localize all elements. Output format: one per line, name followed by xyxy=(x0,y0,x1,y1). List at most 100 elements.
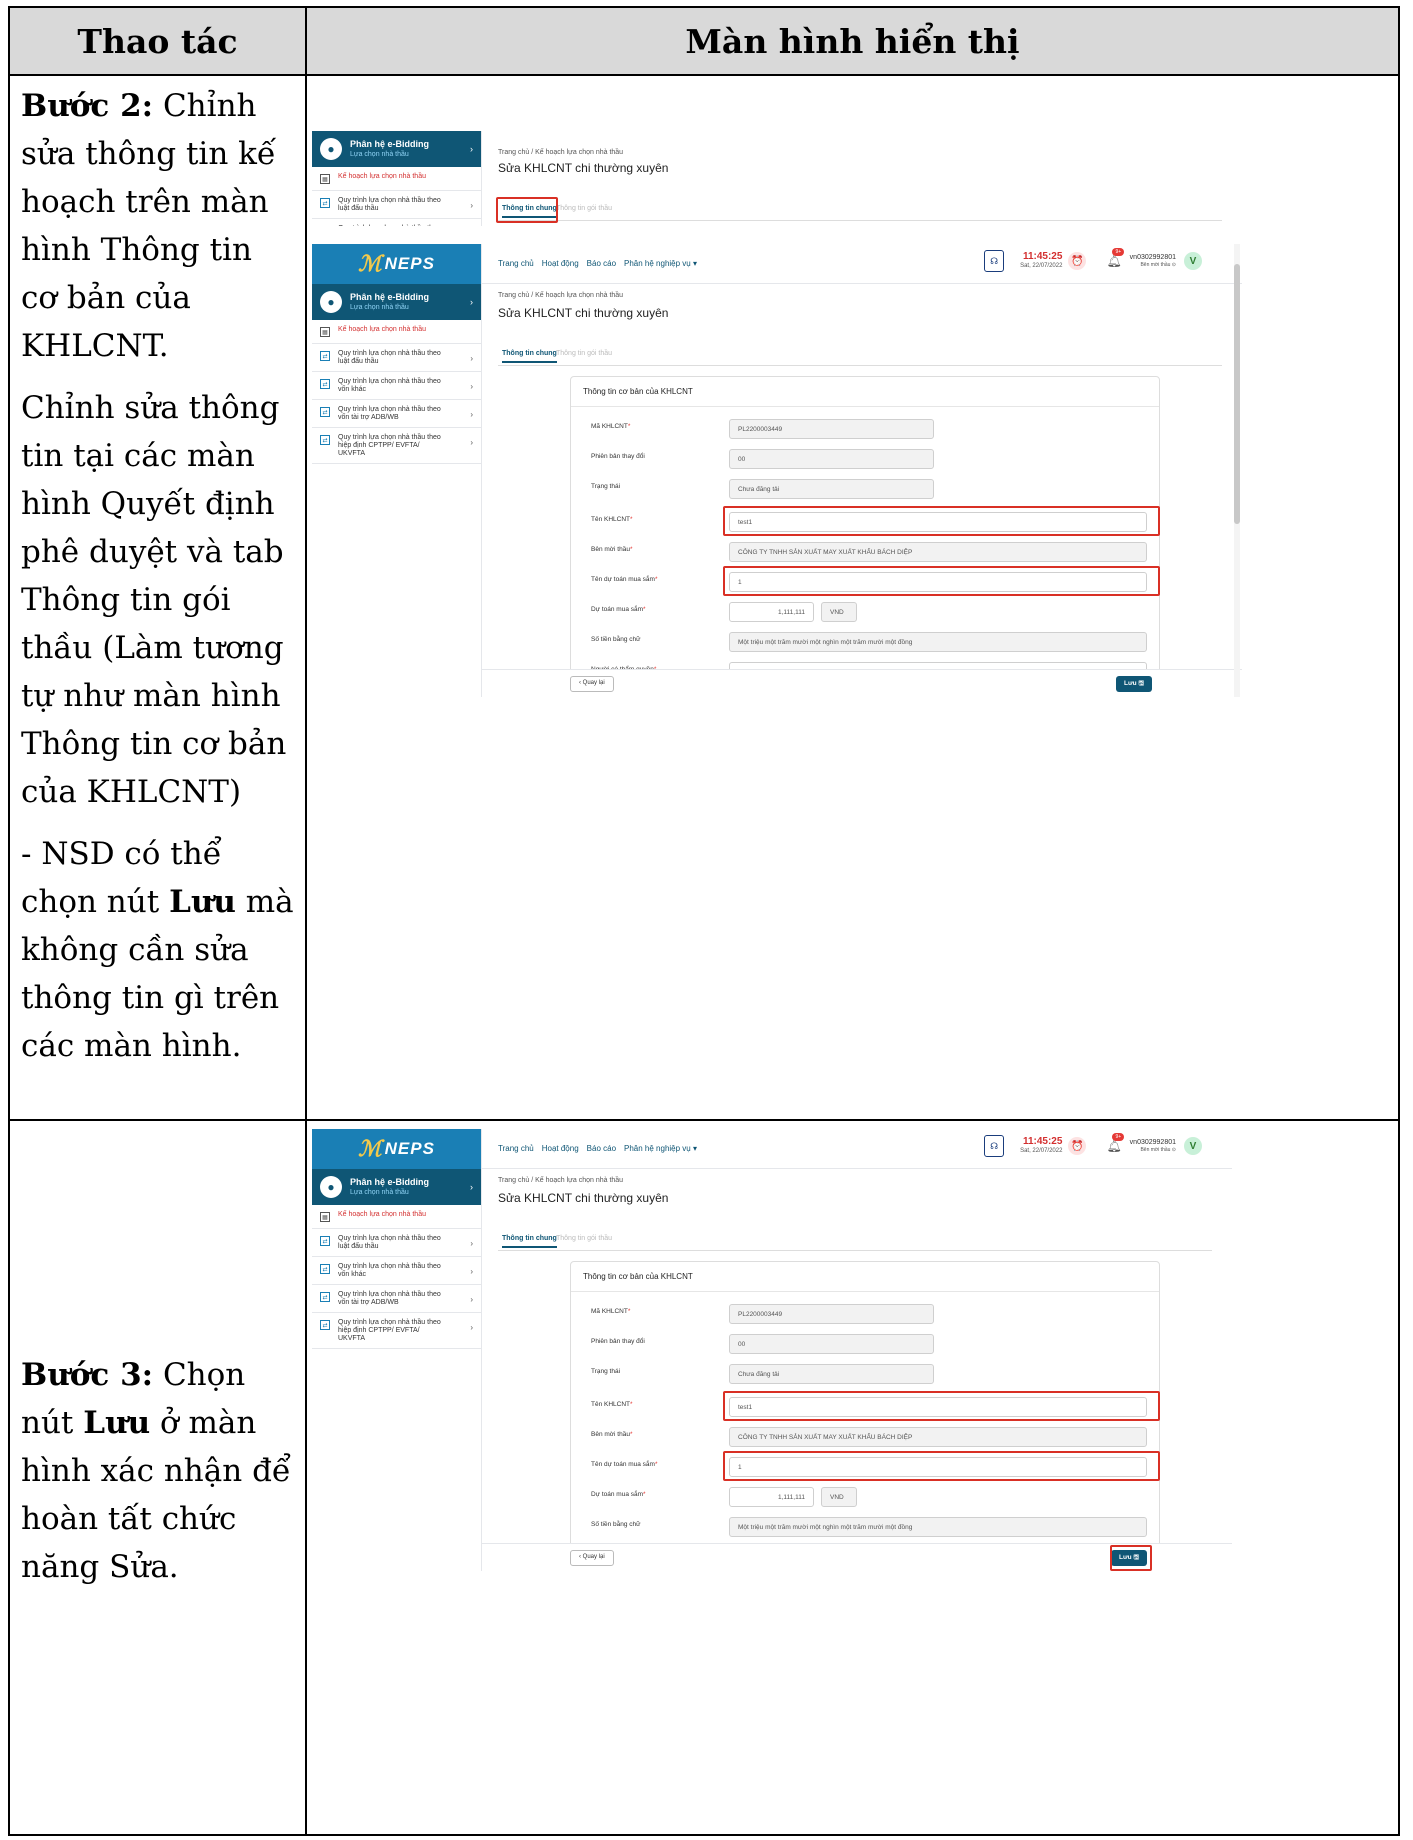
step-3-label: Bước 3: xyxy=(21,1356,154,1393)
field-label: Tên dự toán mua sắm xyxy=(591,1461,655,1468)
amount-in-words-field: Một triệu một trăm mười một nghìn một tr… xyxy=(729,632,1147,652)
tab-package[interactable]: Thông tin gói thầu xyxy=(556,350,612,357)
required-mark: * xyxy=(643,606,646,613)
chevron-right-icon: › xyxy=(470,1182,473,1192)
notification-badge: 9+ xyxy=(1112,1133,1125,1141)
nav-business-module[interactable]: Phân hệ nghiệp vụ ▾ xyxy=(624,1144,697,1153)
user-name: vn0302992801 xyxy=(1129,253,1176,261)
required-mark: * xyxy=(630,516,633,523)
user-role: Bên mời thầu ⊙ xyxy=(1140,1146,1176,1153)
nav-activity[interactable]: Hoạt động xyxy=(542,1144,579,1153)
bell-icon[interactable]: 🔔︎ 9+ xyxy=(1106,1133,1125,1153)
sidebar-item-other[interactable]: ⇄Quy trình lựa chọn nhà thầu theo vốn kh… xyxy=(312,372,481,400)
sidebar-item-label: Quy trình lựa chọn nhà thầu theo vốn khá… xyxy=(338,378,441,393)
alarm-icon[interactable]: ⏰ xyxy=(1068,1137,1087,1155)
nav-home[interactable]: Trang chủ xyxy=(498,259,534,268)
required-mark: * xyxy=(629,1431,633,1438)
basic-info-card: Thông tin cơ bản của KHLCNT Mã KHLCNT* PL… xyxy=(570,376,1160,697)
plan-code-field: PL2200003449 xyxy=(729,1304,934,1324)
version-field: 00 xyxy=(729,449,934,469)
card-title: Thông tin cơ bản của KHLCNT xyxy=(571,377,1159,407)
version-field: 00 xyxy=(729,1334,934,1354)
module-title: Phân hệ e-Bidding xyxy=(350,139,430,149)
user-circle-icon: ● xyxy=(320,291,342,313)
highlight-save-button xyxy=(1110,1545,1152,1571)
field-label: Bên mời thầu xyxy=(591,1431,630,1438)
sidebar-item-law[interactable]: ⇄ Quy trình lựa chọn nhà thầu theo luật đ… xyxy=(312,344,481,372)
sidebar-item-plan[interactable]: ▦ Kế hoạch lựa chọn nhà thầu xyxy=(312,167,481,191)
currency-label: VND xyxy=(821,602,857,622)
chevron-right-icon: › xyxy=(470,1267,473,1276)
tab-package[interactable]: Thông tin gói thầu xyxy=(556,1235,612,1242)
bell-icon[interactable]: 🔔︎ 9+ xyxy=(1106,248,1125,268)
user-circle-icon: ● xyxy=(320,138,342,160)
field-label: Tên KHLCNT xyxy=(591,516,631,523)
field-label: Mã KHLCNT xyxy=(591,423,628,430)
chevron-right-icon: › xyxy=(470,1295,473,1304)
nav-report[interactable]: Báo cáo xyxy=(587,259,616,268)
estimate-amount-input[interactable]: 1,111,111 xyxy=(729,602,814,622)
chevron-right-icon: › xyxy=(470,144,473,154)
required-mark: * xyxy=(643,1491,646,1498)
sidebar-item-adb[interactable]: ⇄ Quy trình lựa chọn nhà thầu theo vốn tà… xyxy=(312,1285,481,1313)
highlight-tab-general xyxy=(496,197,558,223)
user-role: Bên mời thầu ⊙ xyxy=(1140,261,1176,268)
sidebar-item-other[interactable]: ⇄Quy trình lựa chọn nhà thầu theo vốn kh… xyxy=(312,1257,481,1285)
module-title: Phân hệ e-Bidding xyxy=(350,292,430,302)
nav-business-module[interactable]: Phân hệ nghiệp vụ ▾ xyxy=(624,259,697,268)
card-title: Thông tin cơ bản của KHLCNT xyxy=(571,1262,1159,1292)
tab-general[interactable]: Thông tin chung xyxy=(502,1235,557,1248)
avatar[interactable]: V xyxy=(1184,1137,1202,1155)
step-3-save: Lưu xyxy=(83,1404,151,1441)
back-button[interactable]: ‹ Quay lại xyxy=(570,1550,614,1566)
highlight-estimate-name xyxy=(723,566,1160,596)
sidebar-item-law[interactable]: ⇄ Quy trình lựa chọn nhà thầu theo luật đ… xyxy=(312,191,481,219)
breadcrumb: Trang chủ / Kế hoạch lựa chọn nhà thầu xyxy=(498,292,624,299)
process-icon: ⇄ xyxy=(320,435,330,445)
tab-general[interactable]: Thông tin chung xyxy=(502,350,557,363)
field-label: Số tiền bằng chữ xyxy=(591,636,641,643)
sidebar-item-adb[interactable]: ⇄ Quy trình lựa chọn nhà thầu theo vốn tà… xyxy=(312,400,481,428)
sidebar-item-law[interactable]: ⇄ Quy trình lựa chọn nhà thầu theo luật đ… xyxy=(312,1229,481,1257)
sidebar-item-plan[interactable]: ▦ Kế hoạch lựa chọn nhà thầu xyxy=(312,320,481,344)
avatar[interactable]: V xyxy=(1184,252,1202,270)
field-label: Phiên bản thay đổi xyxy=(591,453,645,460)
save-button[interactable]: Lưu 🖫 xyxy=(1116,676,1152,692)
scrollbar-thumb[interactable] xyxy=(1234,264,1240,524)
headset-icon[interactable]: ☊ xyxy=(984,1135,1005,1157)
calendar-icon: ▦ xyxy=(320,327,330,337)
estimate-amount-input[interactable]: 1,111,111 xyxy=(729,1487,814,1507)
alarm-icon[interactable]: ⏰ xyxy=(1068,252,1087,270)
required-mark: * xyxy=(627,423,631,430)
sidebar-item-plan[interactable]: ▦ Kế hoạch lựa chọn nhà thầu xyxy=(312,1205,481,1229)
nav-activity[interactable]: Hoạt động xyxy=(542,259,579,268)
currency-label: VND xyxy=(821,1487,857,1507)
nav-report[interactable]: Báo cáo xyxy=(587,1144,616,1153)
clock-time: 11:45:25 xyxy=(1022,251,1063,262)
tab-package[interactable]: Thông tin gói thầu xyxy=(556,205,612,212)
sidebar-item-cptpp[interactable]: ⇄ Quy trình lựa chọn nhà thầu theo hiệp đ… xyxy=(312,428,481,464)
plan-code-field: PL2200003449 xyxy=(729,419,934,439)
step-3-screenshot: ↖ ℳNEPS ● Phân hệ e-BiddingLựa chọn nhà … xyxy=(305,1119,1400,1836)
ui-fragment-top: ● Phân hệ e-Bidding Lựa chọn nhà thầu › ▦… xyxy=(312,131,1242,226)
step-3-description: Bước 3: Chọn nút Lưu ở màn hình xác nhận… xyxy=(8,1119,307,1836)
nav-home[interactable]: Trang chủ xyxy=(498,1144,534,1153)
user-info[interactable]: vn0302992801 Bên mời thầu ⊙ xyxy=(1130,1139,1176,1154)
step-2-text: Chỉnh sửa thông tin kế hoạch trên màn hì… xyxy=(21,88,277,364)
sidebar-item-cptpp[interactable]: ⇄ Quy trình lựa chọn nhà thầu theo hiệp đ… xyxy=(312,1313,481,1349)
procuring-entity-field: CÔNG TY TNHH SẢN XUẤT MAY XUẤT KHẨU BÁCH… xyxy=(729,1427,1147,1447)
sidebar-item-other[interactable]: ⇄Quy trình lựa chọn nhà thầu theo vốn kh… xyxy=(312,219,481,226)
highlight-plan-name xyxy=(723,1391,1160,1421)
ui-screen-step3: ↖ ℳNEPS ● Phân hệ e-BiddingLựa chọn nhà … xyxy=(312,1129,1232,1571)
chevron-right-icon: › xyxy=(470,1239,473,1248)
sidebar-item-label: Kế hoạch lựa chọn nhà thầu xyxy=(338,173,426,180)
user-info[interactable]: vn0302992801 Bên mời thầu ⊙ xyxy=(1130,254,1176,269)
process-icon: ⇄ xyxy=(320,1292,330,1302)
breadcrumb: Trang chủ / Kế hoạch lựa chọn nhà thầu xyxy=(498,149,624,156)
headset-icon[interactable]: ☊ xyxy=(984,250,1005,272)
clock: 11:45:25 Sat, 22/07/2022 xyxy=(1020,1137,1062,1155)
required-mark: * xyxy=(654,1461,658,1468)
ui-screen-step2: ↖ ℳNEPS ● Phân hệ e-BiddingLựa chọn nhà … xyxy=(312,244,1242,697)
chevron-right-icon: › xyxy=(470,354,473,363)
back-button[interactable]: ‹ Quay lại xyxy=(570,676,614,692)
